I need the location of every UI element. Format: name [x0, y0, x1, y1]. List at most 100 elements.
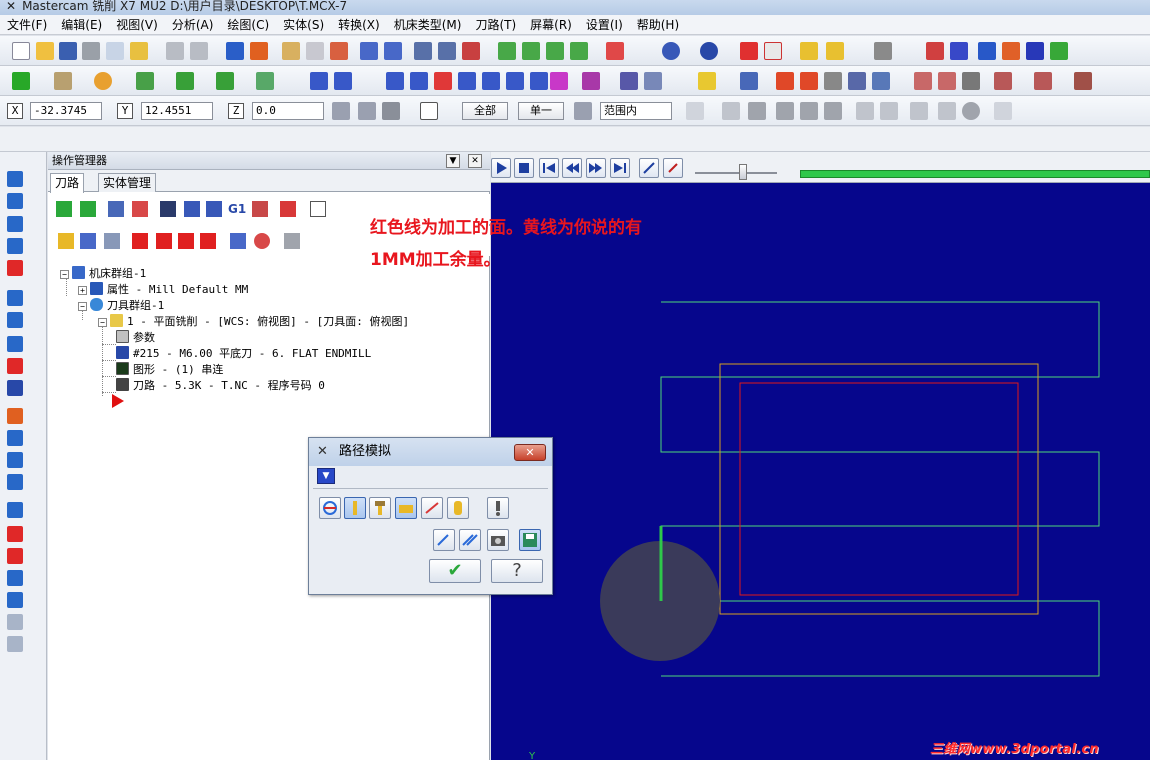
show-holder-icon[interactable]	[369, 497, 391, 519]
tree-geometry[interactable]: 图形 - (1) 串连	[116, 362, 223, 377]
selection-mode-icon[interactable]	[574, 102, 592, 120]
fixture-icon[interactable]	[1074, 72, 1092, 90]
menu-machine-type[interactable]: 机床类型(M)	[387, 16, 469, 33]
tab-toolpaths[interactable]: 刀路	[50, 173, 85, 193]
save-icon[interactable]	[59, 42, 77, 60]
tool-icon[interactable]	[874, 42, 892, 60]
menu-edit[interactable]: 编辑(E)	[54, 16, 109, 33]
point-icon[interactable]	[12, 72, 30, 90]
select-help-icon[interactable]	[994, 102, 1012, 120]
sweep-icon[interactable]	[7, 216, 23, 232]
list-icon[interactable]	[800, 72, 818, 90]
body-select-icon[interactable]	[824, 102, 842, 120]
move-down-icon[interactable]	[132, 233, 148, 249]
menu-help[interactable]: 帮助(H)	[630, 16, 686, 33]
tree-params[interactable]: 参数	[116, 330, 155, 345]
view-box-icon[interactable]	[872, 72, 890, 90]
levels-icon[interactable]	[950, 42, 968, 60]
fillet-icon[interactable]	[136, 72, 154, 90]
surface-icon[interactable]	[7, 570, 23, 586]
help-button[interactable]: ?	[491, 559, 543, 583]
break-icon[interactable]	[334, 72, 352, 90]
globe-icon[interactable]	[662, 42, 680, 60]
grid-icon[interactable]	[620, 72, 638, 90]
repaint-icon[interactable]	[250, 42, 268, 60]
y-coord-label[interactable]: Y	[117, 103, 133, 119]
tree-toolpath-group[interactable]: − 刀具群组-1	[78, 298, 164, 313]
rotate-icon[interactable]	[410, 72, 428, 90]
new-file-icon[interactable]	[12, 42, 30, 60]
ok-button[interactable]: ✔	[429, 559, 481, 583]
tool-display-icon[interactable]	[663, 158, 683, 178]
help-ops-icon[interactable]	[280, 201, 296, 217]
extrude-icon[interactable]	[7, 171, 23, 187]
tree-properties[interactable]: + 属性 - Mill Default MM	[78, 282, 248, 297]
red-square-icon[interactable]	[7, 548, 23, 564]
stop-icon[interactable]	[514, 158, 534, 178]
layout-icon[interactable]	[7, 408, 23, 424]
grid-solid-icon[interactable]	[7, 430, 23, 446]
menu-settings[interactable]: 设置(I)	[579, 16, 630, 33]
mesh-icon[interactable]	[7, 614, 23, 630]
wireframe-icon[interactable]	[764, 42, 782, 60]
speed-slider-track[interactable]	[695, 172, 777, 174]
settings-arrow-icon[interactable]	[740, 72, 758, 90]
select-all-ops-icon[interactable]	[56, 201, 72, 217]
post-ops-icon[interactable]	[184, 201, 200, 217]
z-coord-label[interactable]: Z	[228, 103, 244, 119]
speed-slider-thumb[interactable]	[739, 164, 747, 180]
open-file-icon[interactable]	[36, 42, 54, 60]
unzoom-icon[interactable]	[330, 42, 348, 60]
solid-icon[interactable]	[1002, 42, 1020, 60]
import-icon[interactable]	[7, 452, 23, 468]
pencil-icon[interactable]	[800, 42, 818, 60]
save-geometry-icon[interactable]	[519, 529, 541, 551]
chevron-down-icon[interactable]: ▼	[446, 154, 460, 168]
regen-ops-icon[interactable]	[80, 201, 96, 217]
dialog-close-button[interactable]: ✕	[514, 444, 546, 461]
solid-fillet-icon[interactable]	[7, 260, 23, 276]
top-view-icon[interactable]	[522, 42, 540, 60]
move-icon[interactable]	[226, 42, 244, 60]
verify-ops-icon[interactable]	[132, 201, 148, 217]
menu-toolpaths[interactable]: 刀路(T)	[468, 16, 523, 33]
mask-icon[interactable]	[686, 102, 704, 120]
verify-icon[interactable]	[938, 72, 956, 90]
zoom-in-icon[interactable]	[360, 42, 378, 60]
trim-solid-icon[interactable]	[7, 358, 23, 374]
x-coord-label[interactable]: X	[7, 103, 23, 119]
print-preview-icon[interactable]	[106, 42, 124, 60]
circle-select-icon[interactable]	[962, 102, 980, 120]
drag-icon[interactable]	[582, 72, 600, 90]
tree-tool[interactable]: #215 - M6.00 平底刀 - 6. FLAT ENDMILL	[116, 346, 371, 361]
forward-end-icon[interactable]	[610, 158, 630, 178]
backplot-icon[interactable]	[914, 72, 932, 90]
insert-arrow-icon[interactable]	[178, 233, 194, 249]
lock-icon[interactable]	[358, 102, 376, 120]
menu-file[interactable]: 文件(F)	[0, 16, 54, 33]
solid-shade-icon[interactable]	[740, 42, 758, 60]
analyze-icon[interactable]	[826, 42, 844, 60]
dynamic-rotate-icon[interactable]	[414, 42, 432, 60]
g1-icon[interactable]: G1	[228, 201, 246, 217]
trim-icon[interactable]	[310, 72, 328, 90]
delete-ops-icon[interactable]	[252, 201, 268, 217]
line-icon[interactable]	[54, 72, 72, 90]
tree-toolpath[interactable]: 刀路 - 5.3K - T.NC - 程序号码 0	[116, 378, 325, 393]
link-icon[interactable]	[848, 72, 866, 90]
surface-edit-icon[interactable]	[7, 592, 23, 608]
scale-icon[interactable]	[434, 72, 452, 90]
color-solid-icon[interactable]	[7, 526, 23, 542]
quick-verify-icon[interactable]	[447, 497, 469, 519]
verify-select-icon[interactable]	[910, 102, 928, 120]
y-coord-input[interactable]: 12.4551	[141, 102, 213, 120]
select-single-button[interactable]: 单一	[518, 102, 564, 120]
show-tool-icon[interactable]	[344, 497, 366, 519]
circle-icon[interactable]	[94, 72, 112, 90]
mesh-edit-icon[interactable]	[7, 636, 23, 652]
trace-display-icon[interactable]	[459, 529, 481, 551]
solid-select-icon[interactable]	[776, 102, 794, 120]
iso-view-icon[interactable]	[498, 42, 516, 60]
boolean-icon[interactable]	[7, 312, 23, 328]
table-icon[interactable]	[776, 72, 794, 90]
